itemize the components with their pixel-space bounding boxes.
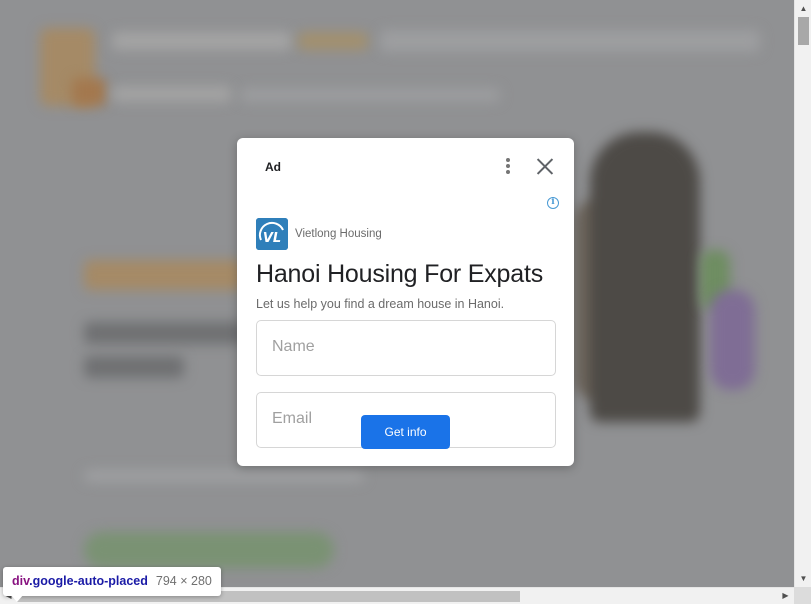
tooltip-tag-name: div xyxy=(12,574,30,588)
vl-logo-icon: VL xyxy=(256,218,288,250)
hero-decoration-purple-blurred xyxy=(710,290,755,390)
vertical-scrollbar[interactable]: ▲ ▼ xyxy=(794,0,811,587)
name-field[interactable] xyxy=(256,320,556,376)
logo-text: VL xyxy=(263,231,281,246)
hero-heading-line2-blurred xyxy=(84,356,184,378)
scroll-right-arrow-icon[interactable]: ▶ xyxy=(777,588,794,604)
scroll-up-arrow-icon[interactable]: ▲ xyxy=(795,0,811,17)
ad-headline[interactable]: Hanoi Housing For Expats xyxy=(256,260,543,289)
advertiser-name[interactable]: Vietlong Housing xyxy=(295,228,382,240)
ad-description: Let us help you find a dream house in Ha… xyxy=(256,297,505,311)
scroll-down-arrow-icon[interactable]: ▼ xyxy=(795,570,811,587)
hero-text-blurred xyxy=(84,470,364,482)
more-vert-icon[interactable] xyxy=(501,156,515,176)
vertical-scroll-thumb[interactable] xyxy=(798,17,809,45)
tooltip-pointer xyxy=(10,594,24,602)
tooltip-class-name: .google-auto-placed xyxy=(29,574,148,588)
nav-text-blurred xyxy=(112,32,292,50)
get-info-button[interactable]: Get info xyxy=(361,415,450,449)
close-icon[interactable] xyxy=(537,158,554,175)
devtools-element-tooltip: div.google-auto-placed 794 × 280 xyxy=(3,567,221,596)
advertiser-logo[interactable]: VL xyxy=(256,218,288,250)
hero-tag-blurred xyxy=(84,260,244,290)
scrollbar-corner xyxy=(794,587,811,604)
ad-modal: Ad i VL Vietlong Housing Hanoi Housing F… xyxy=(237,138,574,466)
nav-highlight-blurred xyxy=(298,32,368,50)
subnav-links-blurred xyxy=(240,88,500,102)
subnav-blurred xyxy=(112,86,232,102)
hero-button-blurred xyxy=(84,532,334,568)
hero-person-image-blurred xyxy=(590,132,700,422)
hero-heading-blurred xyxy=(84,322,244,344)
info-icon[interactable]: i xyxy=(547,197,559,209)
site-logo-accent-blurred xyxy=(72,78,106,106)
nav-menu-blurred xyxy=(380,30,760,52)
name-input[interactable] xyxy=(272,338,542,356)
ad-label: Ad xyxy=(265,160,281,174)
tooltip-dimensions: 794 × 280 xyxy=(155,574,212,588)
